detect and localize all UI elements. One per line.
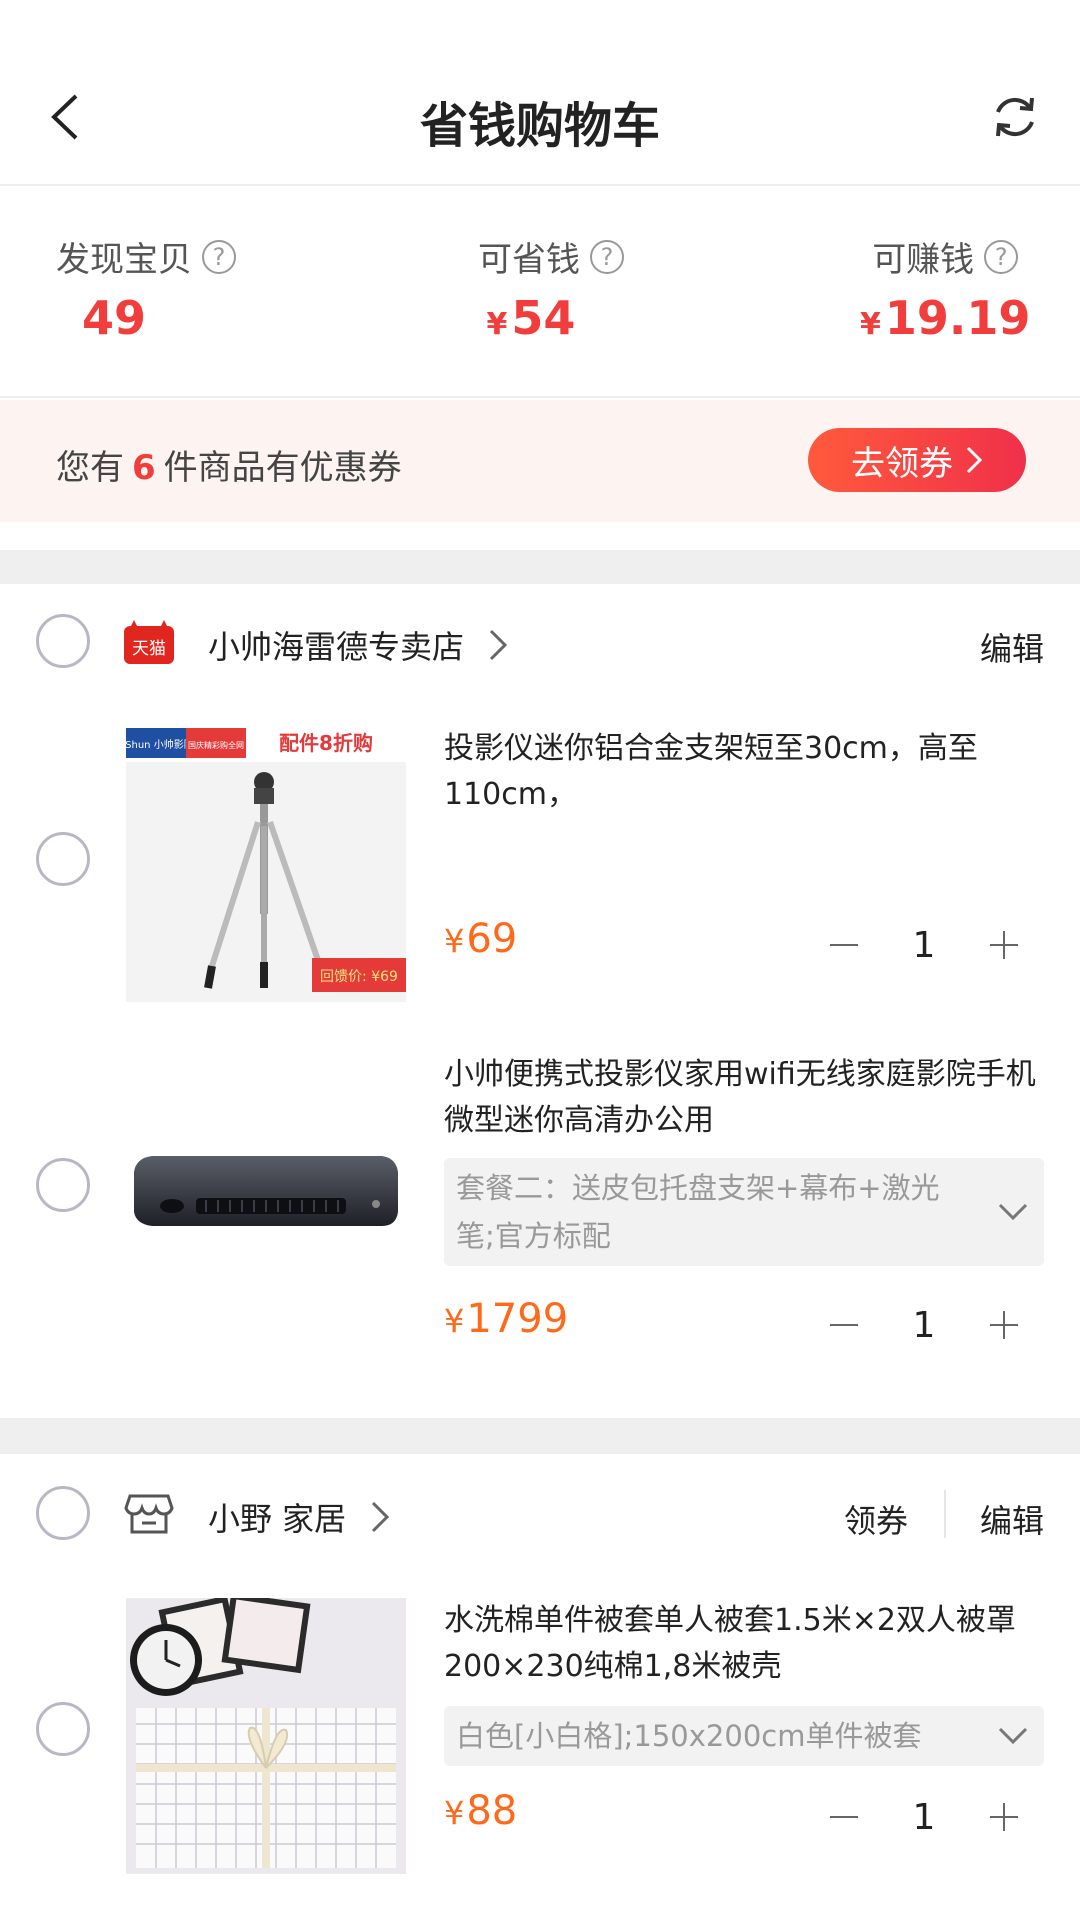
currency-symbol: ¥	[444, 1302, 465, 1340]
coupon-banner-text: 您有 6 件商品有优惠券	[56, 440, 402, 489]
top-bar: 省钱购物车	[0, 0, 1080, 186]
tripod-image: XShun 小帅影院 国庆精彩购全网 配件8折购 回馈价: ¥69	[126, 726, 406, 992]
product-thumbnail[interactable]: XShun 小帅影院 国庆精彩购全网 配件8折购 回馈价: ¥69	[126, 726, 406, 1002]
page-title: 省钱购物车	[419, 98, 660, 154]
shop-section: 小野 家居 领券 编辑 水洗棉单件被套单人被套1.5米×2双人被罩200×230…	[0, 1456, 1080, 1920]
tmall-badge-text: 天猫	[132, 639, 166, 659]
plus-icon[interactable]	[984, 925, 1024, 965]
duvet-cover-image	[130, 1598, 396, 1868]
chevron-right-icon	[489, 629, 508, 661]
product-title[interactable]: 水洗棉单件被套单人被套1.5米×2双人被罩200×230纯棉1,8米被壳	[444, 1598, 1048, 1690]
cart-item: XShun 小帅影院 国庆精彩购全网 配件8折购 回馈价: ¥69 投影仪迷你铝…	[0, 726, 1080, 1026]
coupon-count: 6	[132, 448, 156, 488]
stat-save-value: 54	[511, 291, 576, 345]
get-coupon-button[interactable]: 去领券	[808, 428, 1026, 492]
product-price: ¥88	[444, 1788, 517, 1834]
minus-icon[interactable]	[824, 1797, 864, 1837]
currency-symbol: ¥	[860, 307, 881, 342]
cart-item: 小帅便携式投影仪家用wifi无线家庭影院手机微型迷你高清办公用 套餐二：送皮包托…	[0, 1052, 1080, 1392]
minus-icon[interactable]	[824, 1305, 864, 1345]
edit-button[interactable]: 编辑	[980, 624, 1044, 670]
sku-text: 白色[小白格];150x200cm单件被套	[456, 1719, 922, 1753]
quantity-value[interactable]: 1	[913, 925, 936, 966]
shop-name-link[interactable]: 小野 家居	[208, 1494, 390, 1540]
chevron-right-icon	[372, 1501, 390, 1533]
product-title[interactable]: 小帅便携式投影仪家用wifi无线家庭影院手机微型迷你高清办公用	[444, 1052, 1048, 1144]
coupon-banner: 您有 6 件商品有优惠券 去领券	[0, 400, 1080, 522]
shop-header: 小野 家居 领券 编辑	[0, 1456, 1080, 1566]
stat-earn-value: 19.19	[884, 291, 1031, 345]
coupon-prefix: 您有	[56, 448, 124, 488]
currency-symbol: ¥	[486, 307, 508, 342]
quantity-stepper: 1	[824, 920, 1024, 970]
chevron-down-icon	[998, 1203, 1028, 1221]
shop-header: 天猫 小帅海雷德专卖店 编辑	[0, 586, 1080, 696]
stat-found: 发现宝贝 ? 49	[56, 232, 236, 345]
stat-earn: 可赚钱 ? ¥19.19	[860, 232, 1030, 345]
minus-icon[interactable]	[824, 925, 864, 965]
item-select-radio[interactable]	[36, 1702, 90, 1756]
thumb-brand: XShun 小帅影院	[126, 738, 194, 751]
plus-icon[interactable]	[984, 1797, 1024, 1837]
stat-earn-label: 可赚钱	[872, 240, 975, 280]
shop-select-radio[interactable]	[36, 614, 90, 668]
product-title[interactable]: 投影仪迷你铝合金支架短至30cm，高至110cm，	[444, 726, 1048, 818]
shop-section: 天猫 小帅海雷德专卖店 编辑 XShun 小帅影院 国庆精彩购全网 配件8折购	[0, 586, 1080, 1416]
quantity-value[interactable]: 1	[913, 1305, 936, 1346]
divider	[944, 1490, 946, 1538]
get-coupon-button-label: 去领券	[851, 443, 953, 484]
stat-save: 可省钱 ? ¥54	[478, 232, 624, 345]
stat-save-label: 可省钱	[478, 240, 580, 280]
thumb-price-tag: 回馈价: ¥69	[320, 969, 398, 985]
quantity-stepper: 1	[824, 1300, 1024, 1350]
currency-symbol: ¥	[444, 1794, 465, 1832]
help-icon[interactable]: ?	[202, 239, 236, 274]
sku-text: 套餐二：送皮包托盘支架+幕布+激光笔;官方标配	[456, 1171, 940, 1253]
currency-symbol: ¥	[444, 922, 465, 960]
chevron-down-icon	[998, 1727, 1028, 1745]
savings-stats: 发现宝贝 ? 49 可省钱 ? ¥54 可赚钱 ? ¥19.19	[0, 188, 1080, 398]
product-thumbnail[interactable]	[126, 1598, 406, 1874]
sku-selector[interactable]: 套餐二：送皮包托盘支架+幕布+激光笔;官方标配	[444, 1158, 1044, 1266]
shop-name: 小帅海雷德专卖店	[208, 628, 465, 666]
item-select-radio[interactable]	[36, 832, 90, 886]
claim-coupon-button[interactable]: 领券	[844, 1496, 908, 1542]
quantity-stepper: 1	[824, 1792, 1024, 1842]
plus-icon[interactable]	[984, 1305, 1024, 1345]
cart-item: 水洗棉单件被套单人被套1.5米×2双人被罩200×230纯棉1,8米被壳 白色[…	[0, 1598, 1080, 1898]
product-price: ¥69	[444, 916, 517, 962]
stat-found-value: 49	[81, 291, 146, 345]
tmall-badge-icon: 天猫	[124, 620, 174, 664]
thumb-tag: 国庆精彩购全网	[188, 740, 244, 750]
store-icon	[124, 1494, 174, 1534]
help-icon[interactable]: ?	[984, 239, 1019, 274]
thumb-promo: 配件8折购	[279, 731, 373, 755]
shop-select-radio[interactable]	[36, 1486, 90, 1540]
projector-image	[134, 1156, 398, 1226]
section-divider	[0, 550, 1080, 584]
shop-name: 小野 家居	[208, 1500, 347, 1538]
item-select-radio[interactable]	[36, 1158, 90, 1212]
chevron-right-icon	[966, 446, 983, 474]
refresh-icon[interactable]	[990, 92, 1040, 142]
section-divider	[0, 1418, 1080, 1454]
help-icon[interactable]: ?	[590, 239, 624, 274]
sku-selector[interactable]: 白色[小白格];150x200cm单件被套	[444, 1706, 1044, 1766]
shop-name-link[interactable]: 小帅海雷德专卖店	[208, 622, 508, 668]
stat-found-label: 发现宝贝	[56, 240, 192, 280]
price-value: 88	[466, 1788, 518, 1834]
edit-button[interactable]: 编辑	[980, 1496, 1044, 1542]
price-value: 1799	[466, 1296, 569, 1342]
quantity-value[interactable]: 1	[913, 1797, 936, 1838]
product-thumbnail[interactable]	[126, 1052, 406, 1328]
coupon-suffix: 件商品有优惠券	[163, 448, 402, 488]
product-price: ¥1799	[444, 1296, 568, 1342]
price-value: 69	[466, 916, 518, 962]
